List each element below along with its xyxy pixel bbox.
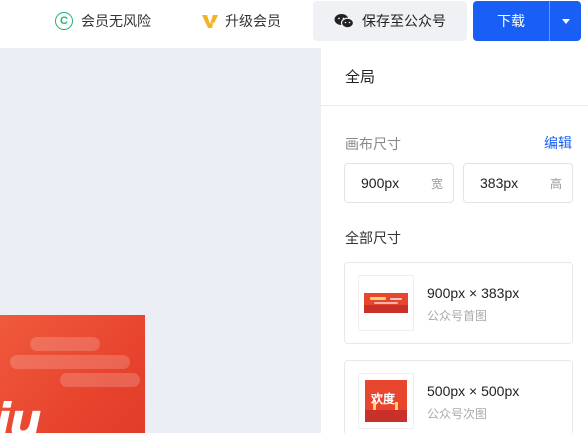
poster-text: iu [0, 393, 47, 433]
member-no-risk-label: 会员无风险 [81, 13, 151, 29]
panel-title: 全局 [321, 48, 588, 106]
member-no-risk-link[interactable]: C 会员无风险 [55, 11, 151, 31]
download-options-button[interactable] [550, 1, 581, 41]
size-option-card[interactable]: 欢度 500px × 500px 公众号次图 [344, 360, 573, 433]
height-input[interactable] [480, 175, 540, 191]
save-to-wechat-label: 保存至公众号 [362, 13, 446, 29]
copyright-c-icon: C [55, 12, 73, 30]
width-unit-label: 宽 [430, 176, 443, 191]
thumbnail-text: 欢度 [371, 392, 396, 406]
size-option-card[interactable]: 900px × 383px 公众号首图 [344, 262, 573, 344]
size-option-subtitle: 公众号首图 [427, 309, 488, 323]
size-option-title: 900px × 383px [427, 285, 520, 301]
canvas-size-label: 画布尺寸 [345, 136, 401, 152]
edit-size-link[interactable]: 编辑 [544, 133, 572, 153]
design-canvas[interactable]: iu [0, 48, 320, 433]
width-input[interactable] [361, 175, 421, 191]
size-option-title: 500px × 500px [427, 383, 520, 399]
upgrade-vip-link[interactable]: IP 升级会员 [201, 11, 281, 31]
poster-streak [10, 355, 130, 369]
caret-down-icon [561, 18, 570, 24]
size-thumbnail: 欢度 [358, 373, 414, 429]
size-option-subtitle: 公众号次图 [427, 407, 488, 421]
panel-title-text: 全局 [345, 69, 376, 86]
properties-panel: 全局 画布尺寸 编辑 宽 高 全部尺寸 900px × 383px 公众号首图 [320, 48, 588, 433]
poster-streak [60, 373, 140, 387]
poster-streak [30, 337, 100, 351]
download-label: 下载 [497, 13, 525, 29]
wide-banner-thumbnail-icon [364, 293, 408, 313]
vip-icon: IP [202, 15, 219, 29]
wechat-icon [334, 14, 354, 29]
top-bar: C 会员无风险 IP 升级会员 保存至公众号 下载 [0, 0, 588, 48]
upgrade-vip-label: 升级会员 [225, 13, 281, 29]
width-field[interactable]: 宽 [344, 163, 454, 203]
poster-preview[interactable]: iu [0, 315, 145, 433]
save-to-wechat-button[interactable]: 保存至公众号 [313, 1, 467, 41]
height-field[interactable]: 高 [463, 163, 573, 203]
height-unit-label: 高 [549, 176, 562, 191]
download-button-group: 下载 [473, 1, 581, 41]
size-thumbnail [358, 275, 414, 331]
download-button[interactable]: 下载 [473, 1, 550, 41]
svg-text:IP: IP [212, 22, 219, 29]
all-sizes-label: 全部尺寸 [345, 230, 401, 246]
